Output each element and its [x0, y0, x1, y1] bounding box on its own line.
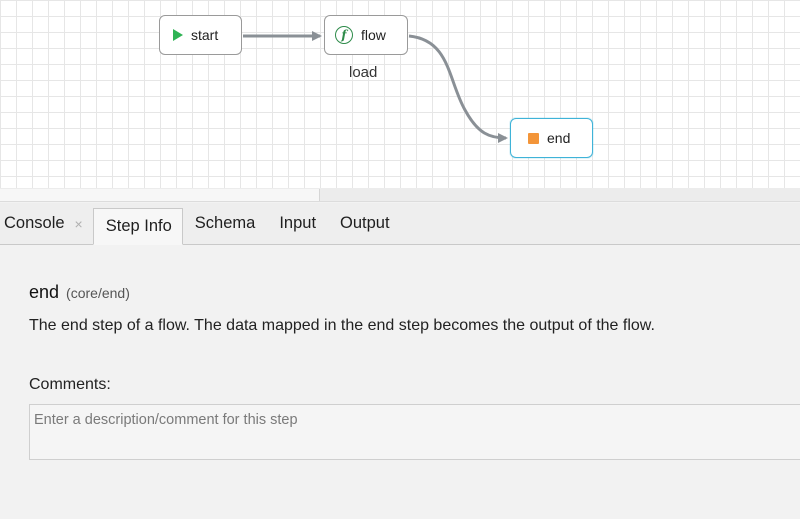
- step-info-panel: end (core/end) The end step of a flow. T…: [0, 245, 800, 519]
- canvas-horizontal-scrollbar[interactable]: [0, 188, 800, 202]
- tab-step-info[interactable]: Step Info: [92, 208, 183, 245]
- edge-flow-to-end: [408, 34, 508, 143]
- tab-step-info-label: Step Info: [105, 217, 172, 235]
- function-icon: f: [335, 26, 353, 44]
- step-description: The end step of a flow. The data mapped …: [29, 317, 655, 334]
- tab-output[interactable]: Output: [328, 203, 402, 244]
- stop-icon: [528, 132, 539, 144]
- node-flow-label: flow: [361, 27, 386, 43]
- scrollbar-thumb[interactable]: [0, 189, 320, 201]
- step-ref: (core/end): [66, 285, 130, 301]
- flow-canvas[interactable]: start f flow load end: [0, 0, 800, 188]
- tab-input-label: Input: [279, 214, 317, 232]
- panel-tab-bar: Console × Step Info Schema Input Output: [0, 203, 800, 245]
- tab-schema[interactable]: Schema: [183, 203, 268, 244]
- comments-label: Comments:: [29, 376, 111, 393]
- node-flow[interactable]: f flow: [324, 15, 408, 55]
- node-start-label: start: [191, 27, 219, 43]
- comments-field[interactable]: [29, 404, 800, 460]
- node-flow-sublabel: load: [349, 64, 378, 81]
- node-end[interactable]: end: [510, 118, 593, 158]
- play-icon: [173, 29, 183, 41]
- step-title: end (core/end): [29, 282, 130, 303]
- tab-schema-label: Schema: [194, 214, 256, 232]
- node-end-label: end: [547, 130, 571, 146]
- tab-console[interactable]: Console ×: [0, 203, 93, 244]
- step-name: end: [29, 282, 60, 302]
- close-icon[interactable]: ×: [75, 216, 83, 232]
- node-start[interactable]: start: [159, 15, 242, 55]
- tab-console-label: Console: [4, 214, 65, 232]
- tab-input[interactable]: Input: [267, 203, 328, 244]
- tab-output-label: Output: [340, 214, 390, 232]
